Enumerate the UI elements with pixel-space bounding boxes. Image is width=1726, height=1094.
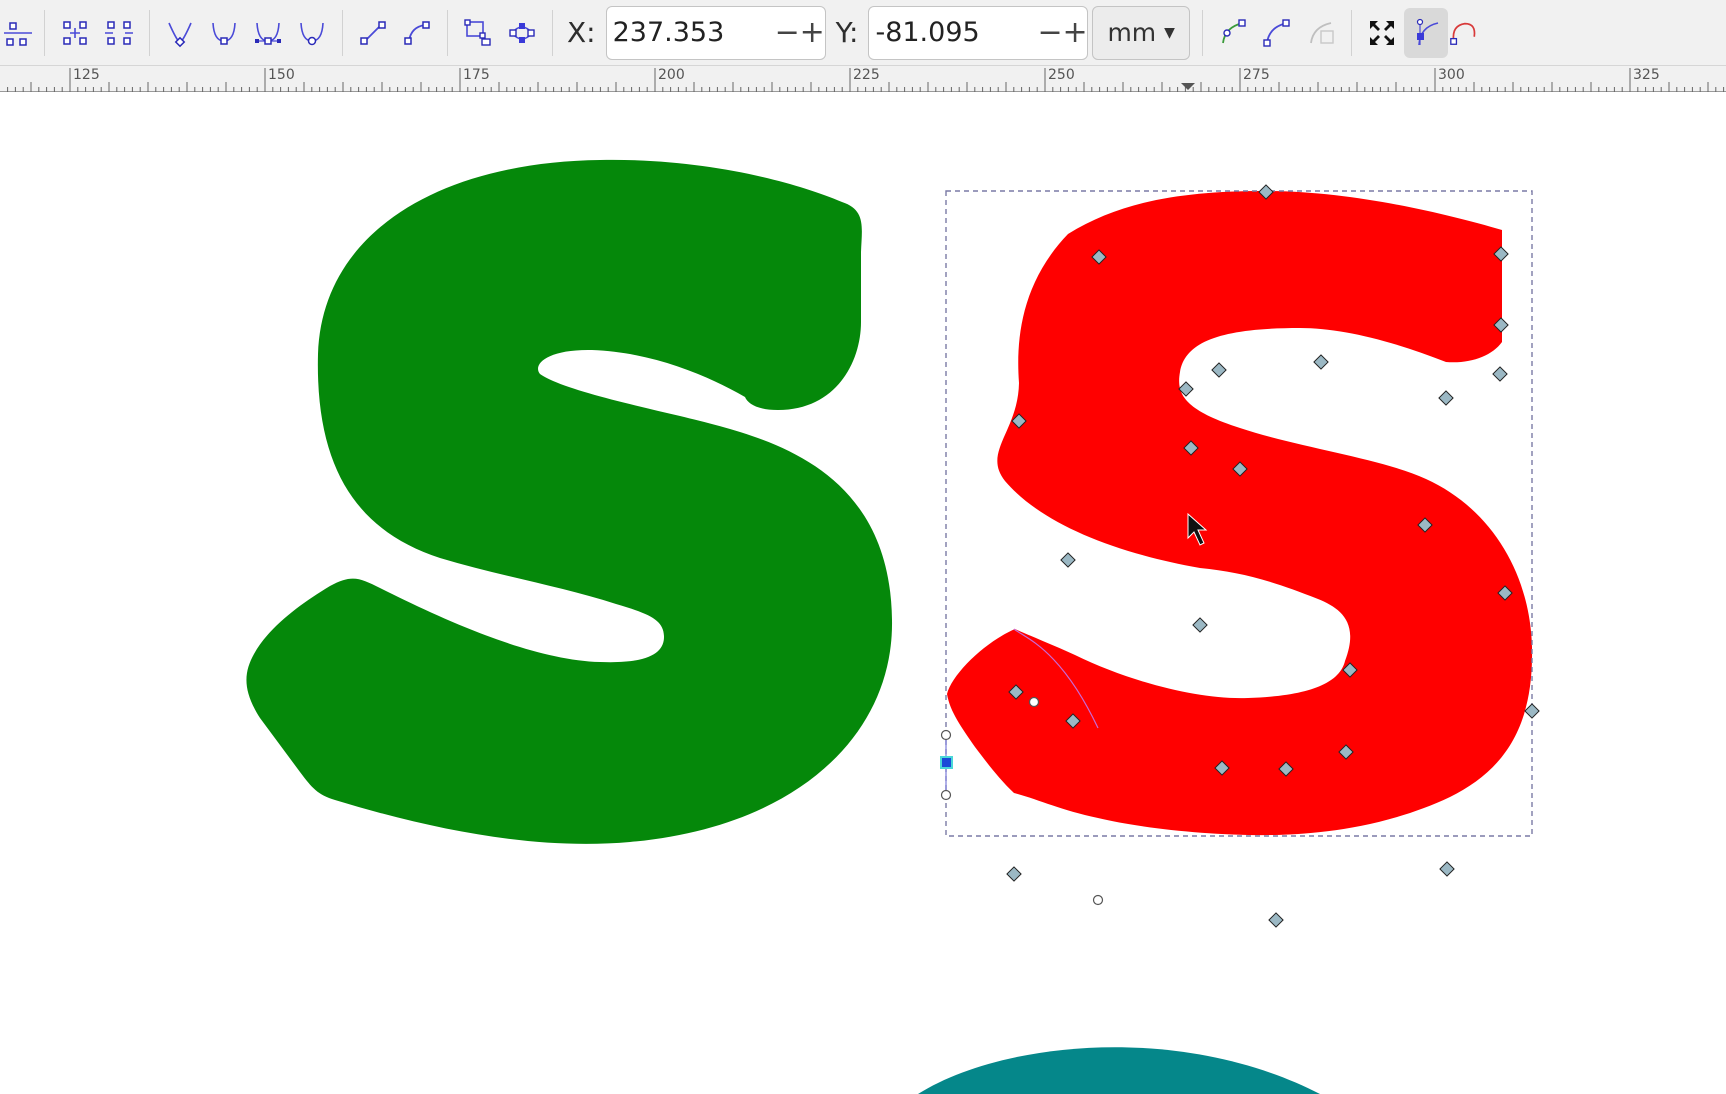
clipping-path-icon — [1263, 18, 1290, 47]
toolbar-separator — [552, 9, 553, 56]
ruler-label: 275 — [1243, 67, 1270, 83]
y-coordinate-input[interactable] — [869, 16, 1038, 49]
break-path-button[interactable] — [97, 8, 141, 58]
ruler-label: 225 — [853, 67, 880, 83]
y-decrement-button[interactable]: − — [1037, 8, 1062, 58]
x-decrement-button[interactable]: − — [775, 8, 800, 58]
bezier-handle[interactable] — [940, 789, 952, 801]
toolbar-separator — [1201, 9, 1203, 56]
red-s-shape[interactable] — [947, 191, 1533, 836]
segment-line-icon — [360, 20, 386, 45]
bezier-handle[interactable] — [1092, 894, 1104, 906]
ruler-label: 125 — [73, 67, 100, 83]
bezier-handle[interactable] — [940, 729, 952, 741]
toolbar-separator — [447, 9, 448, 56]
horizontal-ruler[interactable]: 125 150 175 200 225 250 275 300 325 — [0, 66, 1726, 92]
ruler-label: 250 — [1048, 67, 1075, 83]
object-to-path-button[interactable] — [456, 8, 500, 58]
node-cusp-button[interactable] — [158, 8, 202, 58]
node-tool-controls-bar: X: − + Y: − + mm ▼ — [0, 0, 1726, 66]
path-node[interactable] — [1313, 354, 1329, 370]
stroke-to-path-icon — [509, 22, 535, 43]
path-node[interactable] — [1268, 912, 1284, 928]
segment-line-button[interactable] — [351, 8, 395, 58]
drawing-canvas[interactable] — [0, 92, 1726, 1094]
node-smooth-button[interactable] — [202, 8, 246, 58]
toolbar-separator — [44, 9, 45, 56]
selected-node[interactable] — [940, 756, 953, 769]
node-smooth-icon — [212, 22, 236, 45]
unit-value: mm — [1107, 18, 1157, 47]
object-to-path-icon — [464, 18, 491, 46]
mask-icon — [1310, 21, 1334, 44]
teal-shape[interactable] — [918, 1047, 1320, 1094]
path-node[interactable] — [1492, 366, 1508, 382]
edit-clipping-path-button[interactable] — [1255, 8, 1299, 58]
insert-node-button[interactable] — [0, 8, 36, 58]
show-bezier-handles-button[interactable] — [1403, 7, 1448, 58]
path-node[interactable] — [1438, 390, 1454, 406]
ruler-label: 150 — [268, 67, 295, 83]
break-path-icon — [105, 20, 133, 45]
insert-node-icon — [4, 21, 32, 46]
node-symmetric-icon — [255, 22, 281, 45]
ruler-label: 200 — [658, 67, 685, 83]
show-path-outline-button[interactable] — [1448, 8, 1478, 58]
ruler-label: 175 — [463, 67, 490, 83]
ruler-label: 325 — [1633, 67, 1660, 83]
bezier-handles-icon — [1416, 18, 1439, 45]
path-node[interactable] — [1439, 861, 1455, 877]
y-increment-button[interactable]: + — [1062, 8, 1087, 58]
y-coordinate-label: Y: — [835, 16, 859, 49]
toolbar-separator — [149, 9, 150, 56]
node-symmetric-button[interactable] — [246, 8, 290, 58]
segment-curve-button[interactable] — [395, 8, 439, 58]
path-node[interactable] — [1006, 866, 1022, 882]
x-coordinate-input[interactable] — [606, 16, 775, 49]
path-node[interactable] — [1524, 703, 1540, 719]
toolbar-separator — [342, 9, 343, 56]
next-path-effect-parameter-button[interactable] — [1211, 8, 1255, 58]
ruler-label: 300 — [1438, 67, 1465, 83]
x-increment-button[interactable]: + — [800, 8, 825, 58]
green-s-shape[interactable] — [246, 159, 893, 844]
y-coordinate-spinbox[interactable]: − + — [868, 5, 1089, 60]
transform-handles-icon — [1369, 20, 1394, 45]
join-nodes-icon — [63, 20, 87, 45]
x-coordinate-spinbox[interactable]: − + — [605, 5, 826, 60]
path-node[interactable] — [1211, 362, 1227, 378]
unit-dropdown[interactable]: mm ▼ — [1092, 5, 1190, 60]
stroke-to-path-button[interactable] — [500, 8, 544, 58]
join-nodes-button[interactable] — [53, 8, 97, 58]
path-effect-parameter-icon — [1222, 18, 1246, 43]
segment-curve-icon — [404, 20, 430, 45]
chevron-down-icon: ▼ — [1164, 24, 1175, 41]
node-cusp-icon — [168, 22, 192, 47]
path-outline-icon — [1450, 22, 1476, 45]
node-auto-smooth-icon — [300, 22, 324, 45]
canvas-drawing — [246, 159, 1540, 1094]
x-coordinate-label: X: — [567, 16, 596, 49]
toolbar-separator — [1350, 9, 1352, 56]
path-node[interactable] — [1060, 552, 1076, 568]
bezier-handle[interactable] — [1028, 696, 1040, 708]
path-node[interactable] — [1192, 617, 1208, 633]
show-transform-handles-button[interactable] — [1360, 8, 1404, 58]
edit-mask-button[interactable] — [1299, 8, 1343, 58]
node-auto-smooth-button[interactable] — [290, 8, 334, 58]
